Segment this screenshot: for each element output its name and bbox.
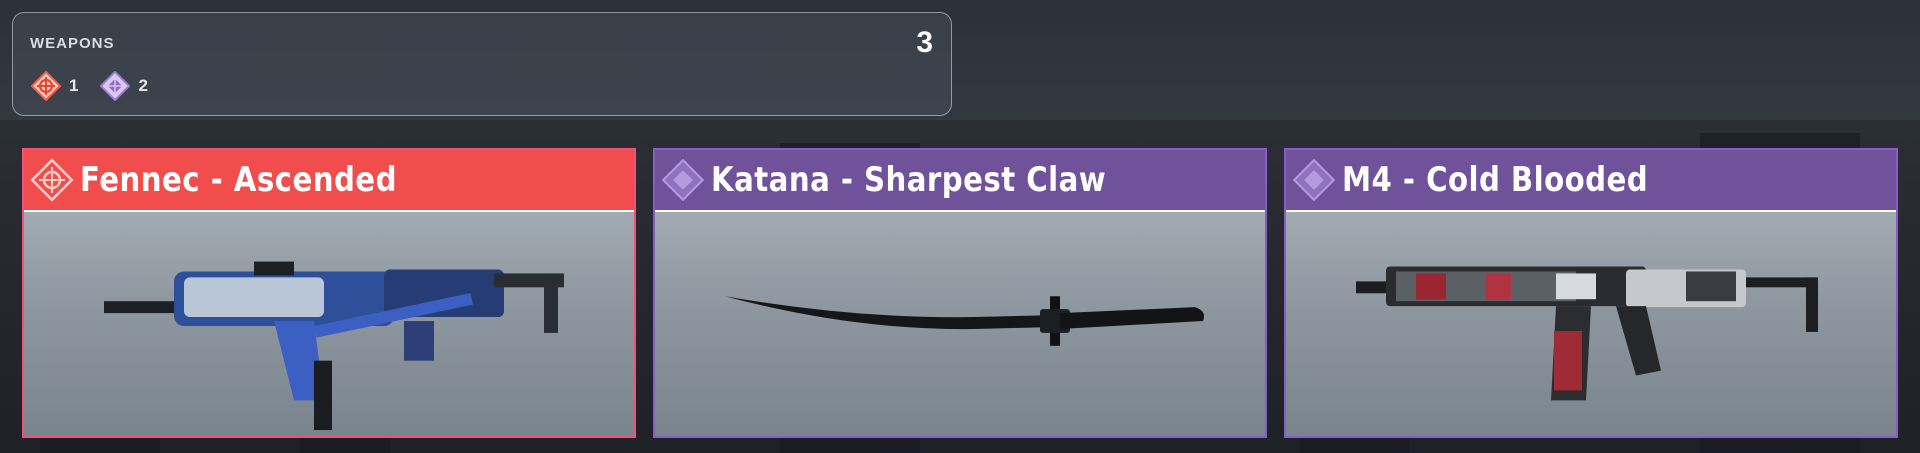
rarity-counts: 1 2: [31, 71, 170, 101]
smg-fennec-image: [24, 212, 634, 436]
legendary-rarity-icon: [31, 71, 61, 101]
assault-rifle-m4-image: [1286, 212, 1896, 436]
weapon-name: Katana - Sharpest Claw: [711, 160, 1107, 200]
legendary-count: 1: [31, 71, 78, 101]
weapon-name: Fennec - Ascended: [80, 160, 397, 200]
epic-rarity-icon: [100, 71, 131, 101]
legendary-count-value: 1: [69, 76, 79, 95]
card-header: Fennec - Ascended: [24, 150, 634, 212]
epic-rarity-icon: [661, 158, 705, 202]
summary-title: WEAPONS: [30, 35, 115, 52]
card-header: M4 - Cold Blooded: [1286, 150, 1896, 212]
katana-image: [655, 212, 1265, 436]
weapon-name: M4 - Cold Blooded: [1342, 160, 1649, 200]
epic-count-value: 2: [138, 76, 148, 95]
weapon-card-fennec[interactable]: Fennec - Ascended: [22, 148, 636, 438]
weapon-card-m4[interactable]: M4 - Cold Blooded: [1284, 148, 1898, 438]
weapons-summary-panel: WEAPONS 3 1 2: [12, 12, 952, 116]
epic-rarity-icon: [1292, 158, 1336, 202]
weapons-total-count: 3: [916, 26, 933, 59]
epic-count: 2: [100, 71, 148, 101]
card-header: Katana - Sharpest Claw: [655, 150, 1265, 212]
weapon-card-katana[interactable]: Katana - Sharpest Claw: [653, 148, 1267, 438]
legendary-rarity-icon: [30, 158, 74, 202]
